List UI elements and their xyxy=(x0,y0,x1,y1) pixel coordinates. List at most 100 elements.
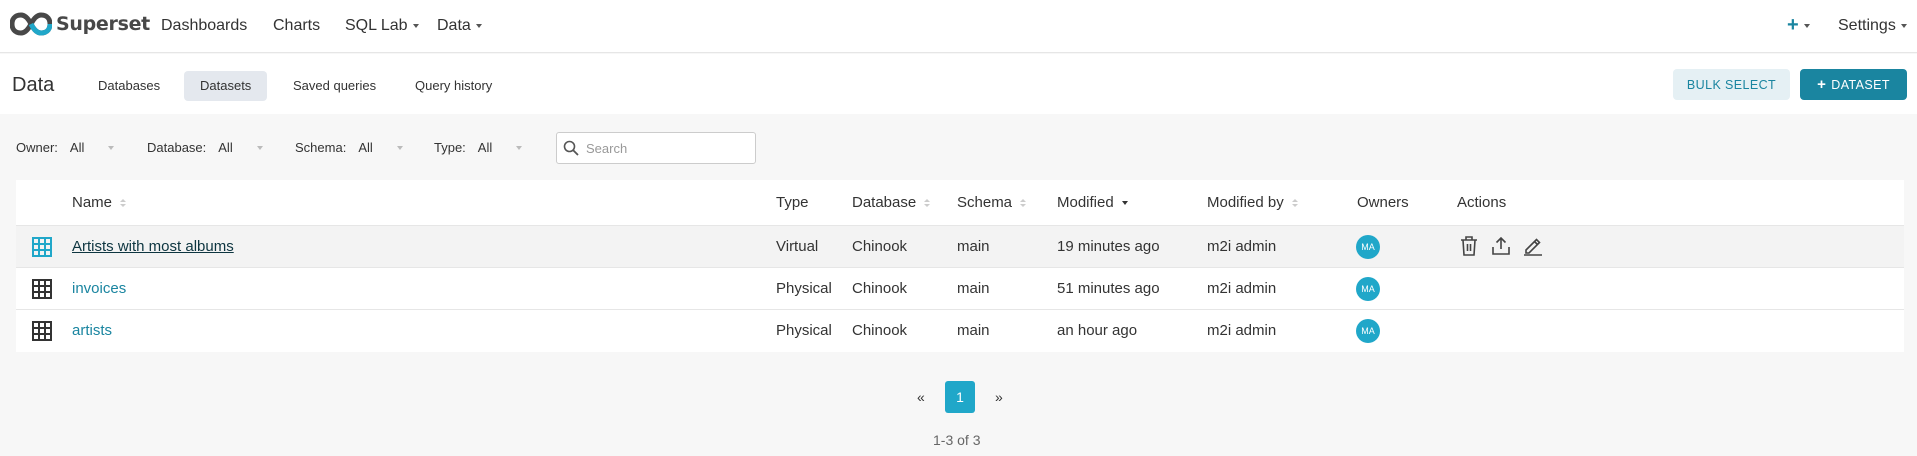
plus-icon: + xyxy=(1787,14,1799,36)
trash-icon[interactable] xyxy=(1459,235,1479,257)
filter-type[interactable]: Type: All xyxy=(434,140,523,155)
nav-new-menu[interactable]: + xyxy=(1787,14,1810,37)
chevron-down-icon xyxy=(108,145,115,150)
page-title: Data xyxy=(12,74,55,96)
filter-owner-label: Owner: xyxy=(16,140,58,155)
column-header-owners-label: Owners xyxy=(1357,194,1409,211)
avatar[interactable]: MA xyxy=(1356,235,1380,259)
dataset-schema: main xyxy=(957,280,990,297)
nav-charts[interactable]: Charts xyxy=(273,17,320,35)
chevron-down-icon xyxy=(1900,24,1907,28)
dataset-schema: main xyxy=(957,322,990,339)
nav-data[interactable]: Data xyxy=(437,17,482,35)
pagination-count: 1-3 of 3 xyxy=(933,432,981,448)
search-input[interactable] xyxy=(586,140,746,156)
dataset-modified: 19 minutes ago xyxy=(1057,238,1160,255)
add-dataset-label: DATASET xyxy=(1831,77,1890,92)
dataset-database: Chinook xyxy=(852,280,908,297)
column-header-schema[interactable]: Schema xyxy=(957,194,1027,211)
tab-databases[interactable]: Databases xyxy=(82,71,176,101)
column-header-actions-label: Actions xyxy=(1457,194,1507,211)
chevron-down-icon xyxy=(475,24,482,28)
filter-type-value: All xyxy=(477,140,493,155)
column-header-modified-by-label: Modified by xyxy=(1207,194,1284,211)
superset-logo-icon xyxy=(10,12,52,36)
filter-owner-value: All xyxy=(69,140,85,155)
column-header-type: Type xyxy=(776,194,809,211)
filter-owner[interactable]: Owner: All xyxy=(16,140,115,155)
dataset-database: Chinook xyxy=(852,238,908,255)
avatar[interactable]: MA xyxy=(1356,319,1380,343)
table-row[interactable]: artists Physical Chinook main an hour ag… xyxy=(16,309,1904,351)
column-header-schema-label: Schema xyxy=(957,194,1013,211)
dataset-modified: an hour ago xyxy=(1057,322,1138,339)
nav-dashboards-label: Dashboards xyxy=(161,17,248,34)
chevron-down-icon xyxy=(1803,23,1810,28)
filter-database-label: Database: xyxy=(147,140,207,155)
column-header-modified-by[interactable]: Modified by xyxy=(1207,194,1298,211)
dataset-name-link[interactable]: Artists with most albums xyxy=(72,238,234,255)
tab-datasets[interactable]: Datasets xyxy=(184,71,268,101)
avatar[interactable]: MA xyxy=(1356,277,1380,301)
filter-schema-label: Schema: xyxy=(295,140,347,155)
dataset-type: Virtual xyxy=(776,238,819,255)
dataset-modified-by: m2i admin xyxy=(1207,322,1277,339)
dataset-modified-by: m2i admin xyxy=(1207,280,1277,297)
datasets-table: Name Type Database Schema Modified Modif… xyxy=(16,180,1904,352)
pagination-prev[interactable]: « xyxy=(917,389,925,405)
export-icon[interactable] xyxy=(1490,235,1512,257)
filter-schema[interactable]: Schema: All xyxy=(295,140,403,155)
nav-settings-label: Settings xyxy=(1838,17,1896,34)
search-field[interactable] xyxy=(556,132,756,164)
column-header-name-label: Name xyxy=(72,194,113,211)
sort-icon xyxy=(1020,198,1027,207)
filter-schema-value: All xyxy=(358,140,373,155)
column-header-modified-label: Modified xyxy=(1057,194,1114,211)
nav-dashboards[interactable]: Dashboards xyxy=(161,17,247,35)
sort-icon xyxy=(1291,198,1298,207)
filter-type-label: Type: xyxy=(434,140,466,155)
dataset-type: Physical xyxy=(776,280,832,297)
dataset-modified-by: m2i admin xyxy=(1207,238,1277,255)
sort-descending-icon xyxy=(1121,200,1128,205)
column-header-database-label: Database xyxy=(852,194,917,211)
pagination-page-1[interactable]: 1 xyxy=(945,381,975,413)
column-header-actions: Actions xyxy=(1457,194,1506,211)
filter-database-value: All xyxy=(218,140,233,155)
pagination-next[interactable]: » xyxy=(995,389,1003,405)
top-navbar: Superset Dashboards Charts SQL Lab Data … xyxy=(0,0,1917,53)
nav-charts-label: Charts xyxy=(273,17,321,34)
chevron-down-icon xyxy=(516,145,523,150)
table-grid-icon xyxy=(32,279,52,299)
brand-logo[interactable]: Superset xyxy=(10,11,150,37)
brand-name: Superset xyxy=(56,13,150,35)
tab-saved-queries[interactable]: Saved queries xyxy=(277,71,392,101)
table-row[interactable]: Artists with most albums Virtual Chinook… xyxy=(16,225,1904,267)
bulk-select-button[interactable]: BULK SELECT xyxy=(1673,69,1790,100)
dataset-name-link[interactable]: artists xyxy=(72,322,112,339)
sort-icon xyxy=(924,198,931,207)
table-grid-icon xyxy=(32,321,52,341)
column-header-name[interactable]: Name xyxy=(72,194,127,211)
column-header-modified[interactable]: Modified xyxy=(1057,194,1128,211)
search-icon xyxy=(563,140,579,156)
dataset-modified: 51 minutes ago xyxy=(1057,280,1160,297)
nav-settings[interactable]: Settings xyxy=(1838,17,1907,35)
table-grid-icon xyxy=(32,237,52,257)
chevron-down-icon xyxy=(396,145,403,150)
sub-header: Data Databases Datasets Saved queries Qu… xyxy=(0,54,1917,114)
nav-sql-lab[interactable]: SQL Lab xyxy=(345,17,419,35)
nav-sql-lab-label: SQL Lab xyxy=(345,17,408,34)
filter-database[interactable]: Database: All xyxy=(147,140,263,155)
table-row[interactable]: invoices Physical Chinook main 51 minute… xyxy=(16,267,1904,309)
sort-icon xyxy=(120,198,127,207)
edit-pencil-icon[interactable] xyxy=(1522,235,1544,257)
column-header-type-label: Type xyxy=(776,194,809,211)
dataset-type: Physical xyxy=(776,322,832,339)
plus-icon: + xyxy=(1817,76,1827,93)
add-dataset-button[interactable]: + DATASET xyxy=(1800,69,1907,100)
column-header-database[interactable]: Database xyxy=(852,194,931,211)
dataset-name-link[interactable]: invoices xyxy=(72,280,126,297)
dataset-database: Chinook xyxy=(852,322,908,339)
tab-query-history[interactable]: Query history xyxy=(399,71,508,101)
